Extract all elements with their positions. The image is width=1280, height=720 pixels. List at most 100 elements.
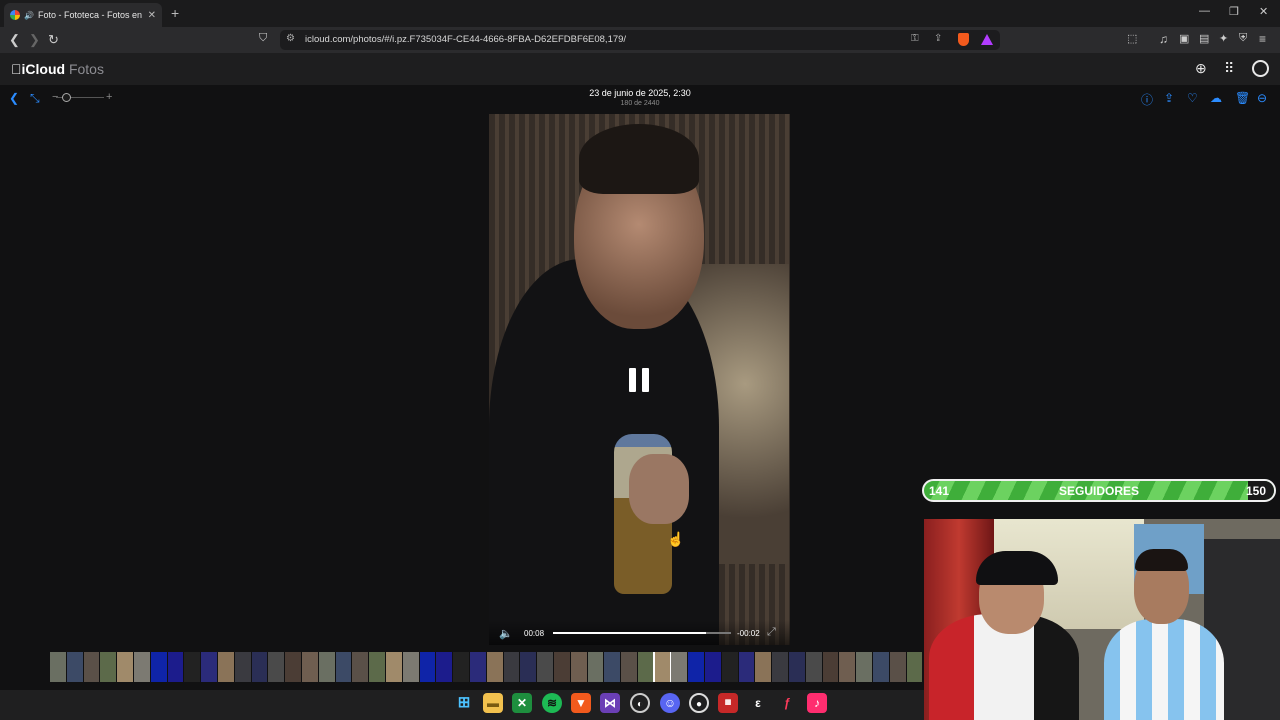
obs-icon[interactable]: ●	[689, 693, 709, 713]
thumbnail[interactable]	[755, 652, 772, 682]
spotify-icon[interactable]: ≋	[542, 693, 562, 713]
brave-rewards-icon[interactable]	[981, 34, 993, 45]
thumbnail[interactable]	[705, 652, 721, 682]
thumbnail[interactable]	[503, 652, 520, 682]
thumbnail[interactable]	[436, 652, 453, 682]
thumbnail[interactable]	[637, 652, 654, 682]
back-icon[interactable]: ❮	[9, 32, 20, 48]
thumbnail[interactable]	[318, 652, 335, 682]
thumbnail[interactable]	[285, 652, 301, 682]
pause-icon[interactable]	[629, 368, 651, 392]
thumbnail[interactable]	[738, 652, 755, 682]
fullscreen-icon[interactable]: ⤢	[767, 626, 776, 639]
volume-icon[interactable]: 🔈	[499, 627, 513, 640]
thumbnail[interactable]	[805, 652, 822, 682]
thumbnail[interactable]	[385, 652, 402, 682]
thumbnail[interactable]	[184, 652, 201, 682]
xbox-icon[interactable]: ✕	[512, 693, 532, 713]
epic-games-icon[interactable]: ε	[748, 693, 768, 713]
wallet-icon[interactable]: ▤	[1199, 32, 1209, 45]
browser-tab[interactable]: 🔊 Foto - Fototeca - Fotos en iCl ✕	[4, 3, 162, 27]
icloud-brand[interactable]: iCloud Fotos	[11, 61, 104, 77]
app-grid-icon[interactable]: ⠿	[1224, 60, 1234, 77]
thumbnail[interactable]	[822, 652, 839, 682]
minimize-window-button[interactable]: —	[1199, 5, 1210, 17]
thumbnail[interactable]	[604, 652, 621, 682]
visual-studio-icon[interactable]: ⋈	[600, 693, 620, 713]
thumbnail[interactable]	[100, 652, 117, 682]
thumbnail[interactable]	[553, 652, 570, 682]
thumbnail[interactable]	[469, 652, 486, 682]
thumbnail[interactable]	[234, 652, 251, 682]
thumbnail[interactable]	[721, 652, 738, 682]
reload-icon[interactable]: ↻	[48, 32, 59, 48]
thumbnail[interactable]	[688, 652, 705, 682]
thumbnail[interactable]	[301, 652, 318, 682]
thumbnail[interactable]	[335, 652, 352, 682]
favorite-icon[interactable]: ♡	[1187, 91, 1198, 105]
share-page-icon[interactable]: ⇪	[934, 33, 942, 44]
thumbnail[interactable]	[352, 652, 369, 682]
share-icon[interactable]: ⇪	[1164, 91, 1174, 105]
wrapper-app-icon[interactable]: ▦	[718, 693, 738, 713]
thumbnail[interactable]	[520, 652, 537, 682]
tf-app-icon[interactable]: ƒ	[777, 693, 797, 713]
thumbnail[interactable]	[251, 652, 268, 682]
new-tab-button[interactable]: +	[171, 5, 179, 21]
bookmark-icon[interactable]: ⛉	[259, 32, 267, 45]
thumbnail[interactable]	[453, 652, 469, 682]
site-settings-icon[interactable]: ⚙	[286, 33, 295, 44]
more-icon[interactable]: ⊖	[1257, 91, 1267, 105]
account-avatar-icon[interactable]	[1252, 60, 1269, 77]
url-text[interactable]: icloud.com/photos/#/i.pz.F735034F-CE44-4…	[305, 34, 626, 45]
leo-ai-icon[interactable]: ✦	[1219, 32, 1228, 45]
thumbnail[interactable]	[671, 652, 688, 682]
discord-icon[interactable]: ☺	[660, 693, 680, 713]
file-explorer-icon[interactable]: ▬	[483, 693, 503, 713]
thumbnail[interactable]	[873, 652, 889, 682]
info-icon[interactable]: ⓘ	[1141, 91, 1153, 108]
thumbnail[interactable]	[217, 652, 234, 682]
download-icon[interactable]: ☁	[1210, 91, 1222, 105]
thumbnail[interactable]	[83, 652, 100, 682]
steam-icon[interactable]: ◐	[630, 693, 650, 713]
thumbnail[interactable]	[537, 652, 553, 682]
thumbnail[interactable]	[201, 652, 217, 682]
thumbnail[interactable]	[117, 652, 133, 682]
thumbnail[interactable]	[133, 652, 150, 682]
thumbnail[interactable]	[621, 652, 637, 682]
thumbnail[interactable]	[50, 652, 66, 682]
media-controls-icon[interactable]: ♫	[1159, 32, 1168, 46]
thumbnail[interactable]	[587, 652, 604, 682]
thumbnail[interactable]	[402, 652, 419, 682]
thumbnail-strip[interactable]	[50, 652, 922, 682]
forward-icon[interactable]: ❯	[29, 32, 40, 48]
thumbnail[interactable]	[772, 652, 789, 682]
thumbnail[interactable]	[652, 652, 673, 682]
thumbnail[interactable]	[369, 652, 385, 682]
thumbnail[interactable]	[906, 652, 922, 682]
thumbnail[interactable]	[419, 652, 436, 682]
thumbnail[interactable]	[66, 652, 83, 682]
thumbnail[interactable]	[839, 652, 856, 682]
maximize-window-button[interactable]: ❐	[1229, 5, 1239, 18]
thumbnail[interactable]	[486, 652, 503, 682]
delete-icon[interactable]: 🗑	[1235, 91, 1250, 105]
brave-icon[interactable]: ▼	[571, 693, 591, 713]
audio-playing-icon[interactable]: 🔊	[24, 11, 34, 20]
thumbnail[interactable]	[856, 652, 873, 682]
thumbnail[interactable]	[889, 652, 906, 682]
vpn-icon[interactable]: ⛨	[1239, 32, 1247, 45]
thumbnail[interactable]	[167, 652, 184, 682]
screenshot-icon[interactable]: ⬚	[1127, 32, 1137, 45]
close-window-button[interactable]: ✕	[1259, 5, 1268, 18]
password-key-icon[interactable]: ⚿	[911, 33, 919, 44]
sidebar-icon[interactable]: ▣	[1179, 32, 1189, 45]
brave-shield-icon[interactable]	[958, 33, 969, 46]
thumbnail[interactable]	[150, 652, 167, 682]
close-tab-icon[interactable]: ✕	[148, 10, 156, 21]
thumbnail[interactable]	[268, 652, 285, 682]
add-icon[interactable]: ⊕	[1195, 60, 1207, 77]
thumbnail[interactable]	[570, 652, 587, 682]
menu-icon[interactable]: ≡	[1259, 32, 1266, 46]
